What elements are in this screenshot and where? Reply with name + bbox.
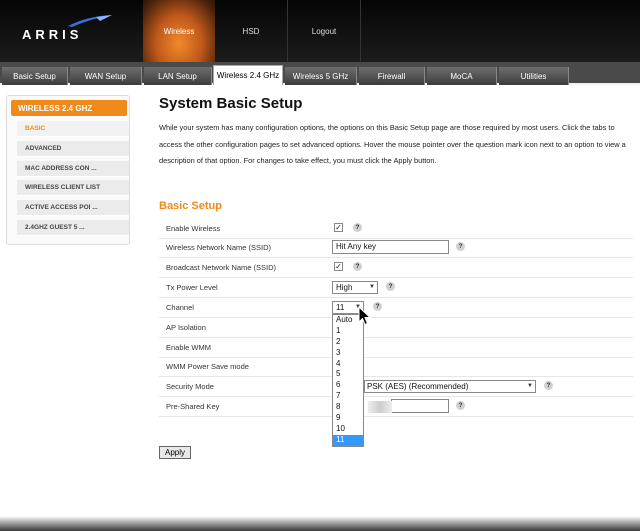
chevron-down-icon: ▼ [369,284,375,290]
pre-shared-key-input[interactable] [391,399,449,413]
wmm-power-save-label: WMM Power Save mode [166,362,249,371]
sidebar-item-guest[interactable]: 2.4GHZ GUEST 5 ... [17,220,129,236]
section-title: Basic Setup [159,200,222,212]
blurred-key-text [368,401,392,413]
enable-wireless-checkbox[interactable]: ✓ [334,223,343,232]
security-mode-select[interactable]: PSK (AES) (Recommended) ▼ [364,380,536,393]
tab-moca[interactable]: MoCA [427,67,497,85]
ap-isolation-label: AP Isolation [166,323,206,332]
mouse-pointer-icon [358,306,372,326]
arris-logo: ARRIS [22,14,112,44]
row-security-mode: Security Mode PSK (AES) (Recommended) ▼ ? [159,377,633,397]
row-channel: Channel 11 ▼ ? [159,298,633,318]
row-ap-isolation: AP Isolation [159,318,633,338]
row-tx-power: Tx Power Level High ▼ ? [159,278,633,298]
top-nav: Wireless HSD Logout [143,0,361,62]
channel-option-4[interactable]: 4 [333,359,363,370]
channel-option-6[interactable]: 6 [333,380,363,391]
tab-wireless-5[interactable]: Wireless 5 GHz [285,67,357,85]
pre-shared-key-label: Pre-Shared Key [166,402,220,411]
chevron-down-icon: ▼ [527,383,533,389]
sidebar-header: WIRELESS 2.4 GHZ [11,100,127,116]
broadcast-ssid-checkbox[interactable]: ✓ [334,262,343,271]
channel-value: 11 [336,303,345,312]
topnav-hsd[interactable]: HSD [215,0,287,62]
channel-option-11[interactable]: 11 [333,434,363,446]
footer-bar [0,516,640,531]
row-wmm-power-save: WMM Power Save mode [159,357,633,377]
sidebar-item-mac-address[interactable]: MAC ADDRESS CON ... [17,161,129,177]
help-icon[interactable]: ? [353,223,362,232]
tab-wan-setup[interactable]: WAN Setup [70,67,142,85]
channel-option-8[interactable]: 8 [333,402,363,413]
apply-button[interactable]: Apply [159,446,191,459]
sidebar: WIRELESS 2.4 GHZ BASIC ADVANCED MAC ADDR… [6,95,130,245]
channel-option-1[interactable]: 1 [333,326,363,337]
security-mode-value: PSK (AES) (Recommended) [367,382,469,391]
tab-lan-setup[interactable]: LAN Setup [144,67,212,85]
topnav-wireless[interactable]: Wireless [143,0,215,62]
tab-bar: Basic Setup WAN Setup LAN Setup Wireless… [0,62,640,85]
tx-power-value: High [336,283,353,292]
sidebar-item-basic[interactable]: BASIC [17,121,129,137]
sidebar-item-client-list[interactable]: WIRELESS CLIENT LIST [17,180,129,196]
row-broadcast-ssid: Broadcast Network Name (SSID) ✓ ? [159,258,633,278]
page-description: While your system has many configuration… [159,123,626,165]
channel-option-5[interactable]: 5 [333,369,363,380]
channel-option-7[interactable]: 7 [333,391,363,402]
logo-text: ARRIS [22,27,83,42]
row-ssid: Wireless Network Name (SSID) Hit Any key… [159,238,633,258]
row-pre-shared-key: Pre-Shared Key ? [159,397,633,417]
enable-wireless-label: Enable Wireless [166,224,221,233]
channel-option-10[interactable]: 10 [333,424,363,435]
tab-utilities[interactable]: Utilities [499,67,569,85]
tx-power-label: Tx Power Level [166,283,218,292]
ssid-label: Wireless Network Name (SSID) [166,243,272,252]
help-icon[interactable]: ? [373,302,382,311]
row-enable-wmm: Enable WMM [159,338,633,358]
channel-option-3[interactable]: 3 [333,348,363,359]
channel-dropdown-list[interactable]: Auto 1 2 3 4 5 6 7 8 9 10 11 [332,314,364,447]
help-icon[interactable]: ? [456,401,465,410]
sidebar-item-advanced[interactable]: ADVANCED [17,141,129,157]
enable-wmm-label: Enable WMM [166,343,212,352]
channel-option-2[interactable]: 2 [333,337,363,348]
top-header: ARRIS Wireless HSD Logout [0,0,640,62]
help-icon[interactable]: ? [456,242,465,251]
topnav-divider [360,0,361,62]
broadcast-ssid-label: Broadcast Network Name (SSID) [166,263,277,272]
sidebar-item-active-access[interactable]: ACTIVE ACCESS POI ... [17,200,129,216]
security-mode-label: Security Mode [166,382,214,391]
channel-option-9[interactable]: 9 [333,413,363,424]
channel-label: Channel [166,303,194,312]
row-enable-wireless: Enable Wireless ✓ ? [159,219,633,239]
tab-firewall[interactable]: Firewall [359,67,425,85]
help-icon[interactable]: ? [544,381,553,390]
tab-basic-setup[interactable]: Basic Setup [2,67,68,85]
ssid-input[interactable]: Hit Any key [332,240,449,254]
help-icon[interactable]: ? [353,262,362,271]
tx-power-select[interactable]: High ▼ [332,281,378,294]
arris-swoosh-icon [68,15,112,27]
tab-wireless-24[interactable]: Wireless 2.4 GHz [213,65,283,85]
help-icon[interactable]: ? [386,282,395,291]
topnav-logout[interactable]: Logout [288,0,360,62]
page-title: System Basic Setup [159,95,303,112]
